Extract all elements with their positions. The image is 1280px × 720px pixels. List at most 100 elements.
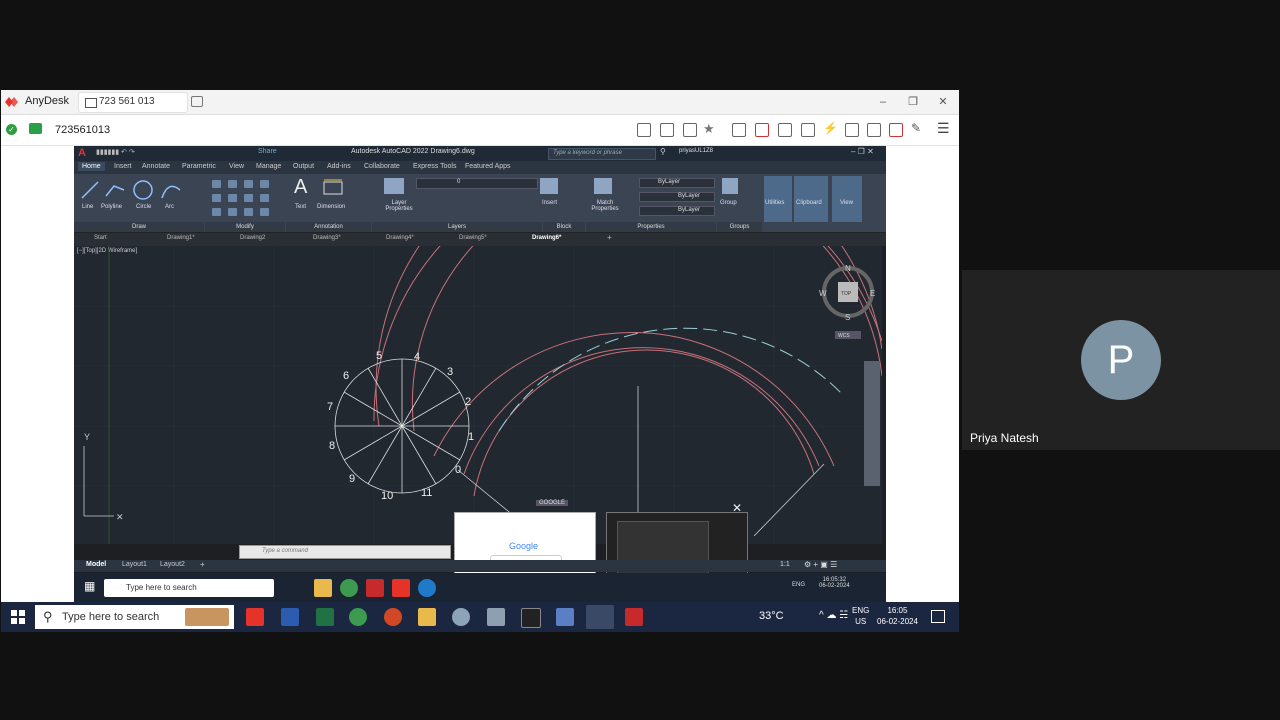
viewcube[interactable]: TOP N S E W WCS xyxy=(819,264,875,339)
favorite-star-icon[interactable]: ★ xyxy=(703,121,715,137)
status-tool-icons[interactable]: ⚙ + ▣ ☰ xyxy=(804,560,837,569)
user-account[interactable]: priyasUL1Z8 xyxy=(679,148,713,154)
dimension-tool[interactable]: Dimension xyxy=(317,204,345,210)
panel-block[interactable]: Block xyxy=(543,222,585,232)
remote-search-box[interactable]: Type here to search xyxy=(104,579,274,597)
chat-icon[interactable] xyxy=(778,123,792,137)
navigation-bar[interactable] xyxy=(864,361,880,486)
draw-tool-icons[interactable] xyxy=(80,178,220,202)
remote-desktop[interactable]: A ▮▮▮▮▮▮ ↶ ↷ Share Autodesk AutoCAD 2022… xyxy=(74,146,886,604)
autocad-app-icon[interactable]: A xyxy=(78,147,90,159)
linetype-dropdown[interactable]: ByLayer xyxy=(639,192,715,202)
session-tab[interactable]: 723 561 013 xyxy=(78,92,188,113)
viewcube-top[interactable]: TOP xyxy=(841,291,852,297)
active-chrome-icon[interactable] xyxy=(586,605,614,629)
tools-icon[interactable] xyxy=(867,123,881,137)
acrobat-icon[interactable] xyxy=(625,608,643,626)
start-windows-icon[interactable] xyxy=(11,610,25,624)
message-icon[interactable] xyxy=(801,123,815,137)
arc-tool[interactable]: Arc xyxy=(165,204,174,210)
layout2-tab[interactable]: Layout2 xyxy=(160,561,185,568)
tab-insert[interactable]: Insert xyxy=(114,163,132,170)
display-icon[interactable] xyxy=(755,123,769,137)
viewcube-south[interactable]: S xyxy=(845,313,850,322)
clock[interactable]: 16:05 06-02-2024 xyxy=(877,605,918,627)
match-properties-tool[interactable]: Match Properties xyxy=(588,200,622,212)
tab-output[interactable]: Output xyxy=(293,163,314,170)
privacy-icon[interactable] xyxy=(637,123,651,137)
doc-tab-drawing6[interactable]: Drawing6* xyxy=(532,235,561,241)
minimize-icon[interactable]: – xyxy=(875,94,891,110)
record-icon[interactable] xyxy=(889,123,903,137)
anydesk-app-icon[interactable] xyxy=(246,608,264,626)
remote-lang[interactable]: ENG xyxy=(792,582,805,588)
app-icon-1[interactable] xyxy=(452,608,470,626)
add-layout-icon[interactable]: + xyxy=(200,560,205,569)
powerpoint-icon[interactable] xyxy=(384,608,402,626)
insert-tool[interactable]: Insert xyxy=(542,200,557,206)
menu-icon[interactable]: ☰ xyxy=(937,120,950,137)
remote-start-icon[interactable]: ▦ xyxy=(84,579,95,593)
clipboard-button[interactable]: Clipboard xyxy=(794,176,828,222)
group-tool[interactable]: Group xyxy=(720,200,737,206)
viewcube-north[interactable]: N xyxy=(845,264,851,273)
remote-clock[interactable]: 16:05:32 06-02-2024 xyxy=(819,577,850,589)
text-tool-icon[interactable]: A xyxy=(294,176,307,199)
doc-tab-drawing3[interactable]: Drawing3* xyxy=(313,235,341,241)
new-tab-icon[interactable]: + xyxy=(607,233,612,242)
panel-draw[interactable]: Draw xyxy=(74,222,204,232)
modify-tool-icons[interactable] xyxy=(210,178,286,218)
search-icon[interactable]: ⚲ xyxy=(660,147,666,156)
layer-properties-tool[interactable]: Layer Properties xyxy=(379,200,419,212)
app-icon-2[interactable] xyxy=(487,608,505,626)
doc-tab-drawing4[interactable]: Drawing4* xyxy=(386,235,414,241)
doc-tab-drawing1[interactable]: Drawing1* xyxy=(167,235,195,241)
annotation-scale[interactable]: 1:1 xyxy=(780,561,790,568)
wcs-menu[interactable]: WCS xyxy=(838,333,850,339)
hourglass-icon[interactable] xyxy=(660,123,674,137)
tab-express-tools[interactable]: Express Tools xyxy=(413,163,456,170)
notification-icon[interactable] xyxy=(931,610,945,623)
polyline-tool[interactable]: Polyline xyxy=(101,204,122,210)
drawing-viewport[interactable]: [−][Top][2D Wireframe] 0 1 2 3 4 5 6 7 8… xyxy=(74,246,882,544)
tab-featured-apps[interactable]: Featured Apps xyxy=(465,163,511,170)
line-tool[interactable]: Line xyxy=(82,204,93,210)
tab-annotate[interactable]: Annotate xyxy=(142,163,170,170)
remote-explorer-icon[interactable] xyxy=(314,579,332,597)
lineweight-dropdown[interactable]: ByLayer xyxy=(639,206,715,216)
pen-icon[interactable]: ✎ xyxy=(911,121,921,135)
share-button[interactable]: Share xyxy=(258,148,277,155)
remote-autocad-icon[interactable] xyxy=(366,579,384,597)
remote-chrome-icon[interactable] xyxy=(340,579,358,597)
group-icon[interactable] xyxy=(722,178,738,194)
chrome-icon[interactable] xyxy=(349,608,367,626)
viewcube-east[interactable]: E xyxy=(870,289,875,298)
command-line[interactable]: Type a command xyxy=(239,545,451,559)
doc-tab-drawing5[interactable]: Drawing5* xyxy=(459,235,487,241)
layer-properties-icon[interactable] xyxy=(384,178,404,194)
acad-window-controls[interactable]: – ❐ ✕ xyxy=(851,147,874,156)
drawing-canvas[interactable]: 0 1 2 3 4 5 6 7 8 9 10 11 Y ✕ TOP N S E … xyxy=(74,246,882,544)
keyboard-icon[interactable] xyxy=(845,123,859,137)
panel-annotation[interactable]: Annotation xyxy=(286,222,371,232)
remote-edge-icon[interactable] xyxy=(418,579,436,597)
file-transfer-icon[interactable] xyxy=(732,123,746,137)
model-tab[interactable]: Model xyxy=(86,561,106,568)
viewcube-west[interactable]: W xyxy=(819,289,827,298)
match-properties-icon[interactable] xyxy=(594,178,612,194)
tab-home[interactable]: Home xyxy=(78,162,105,171)
close-icon[interactable]: ✕ xyxy=(935,94,951,110)
remote-anydesk-icon[interactable] xyxy=(392,579,410,597)
taskbar-search-box[interactable]: ⚲ Type here to search xyxy=(35,605,234,629)
doc-tab-drawing2[interactable]: Drawing2 xyxy=(240,235,265,241)
circle-tool[interactable]: Circle xyxy=(136,204,151,210)
app-icon-3[interactable] xyxy=(556,608,574,626)
dimension-icon[interactable] xyxy=(322,179,344,197)
tray-icons[interactable]: ^ ☁ ☵ xyxy=(819,610,848,621)
lightning-icon[interactable]: ⚡ xyxy=(823,121,838,135)
excel-icon[interactable] xyxy=(316,608,334,626)
language-indicator[interactable]: ENG US xyxy=(852,605,869,627)
preview-close-icon[interactable]: ✕ xyxy=(732,501,742,515)
weather-widget[interactable]: 33°C xyxy=(759,610,784,622)
quick-access-toolbar[interactable]: ▮▮▮▮▮▮ ↶ ↷ xyxy=(96,148,135,156)
